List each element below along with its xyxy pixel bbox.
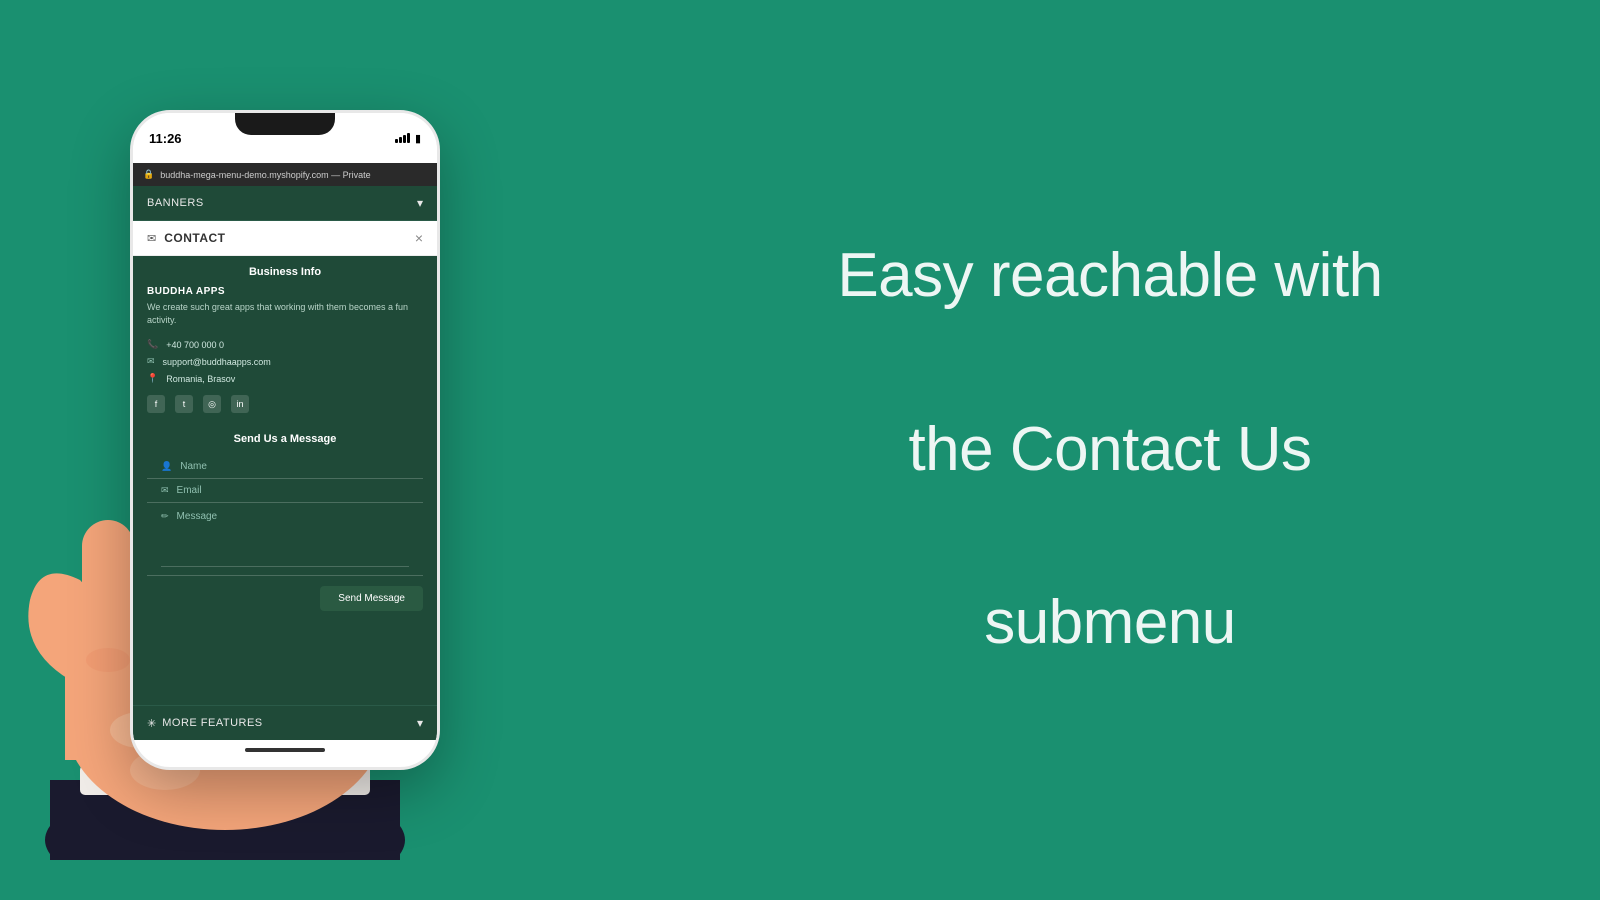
send-message-button[interactable]: Send Message: [320, 586, 423, 611]
phone-notch: [235, 113, 335, 135]
sparkle-icon: ✳: [147, 717, 156, 730]
email-contact-item: ✉ support@buddhaapps.com: [133, 353, 437, 370]
contact-label: CONTACT: [164, 231, 225, 245]
banners-label: BANNERS: [147, 197, 204, 209]
email-field-icon: ✉: [161, 485, 169, 496]
instagram-icon[interactable]: ◎: [203, 395, 221, 413]
contact-header-left: ✉ CONTACT: [147, 231, 226, 245]
phone-time: 11:26: [149, 131, 182, 146]
email-placeholder: Email: [177, 485, 202, 496]
browser-url: buddha-mega-menu-demo.myshopify.com — Pr…: [160, 170, 427, 180]
headline-line1: Easy reachable with: [837, 233, 1382, 320]
phone-status-bar: 11:26 ▮: [133, 113, 437, 163]
facebook-icon[interactable]: f: [147, 395, 165, 413]
business-desc: We create such great apps that working w…: [133, 301, 437, 336]
chevron-down-icon: ▾: [417, 196, 423, 210]
signal-bars-icon: [395, 133, 410, 143]
more-features-left: ✳ MORE FEATURES: [147, 717, 263, 730]
home-bar: [245, 748, 325, 752]
email-field[interactable]: ✉ Email: [147, 479, 423, 503]
social-row: f t ◎ in: [133, 387, 437, 425]
more-features-chevron-icon: ▾: [417, 716, 423, 730]
lock-icon: 🔒: [143, 169, 154, 180]
location-text: Romania, Brasov: [166, 374, 235, 384]
contact-header: ✉ CONTACT ×: [133, 221, 437, 256]
browser-bar: 🔒 buddha-mega-menu-demo.myshopify.com — …: [133, 163, 437, 186]
envelope-icon: ✉: [147, 232, 156, 245]
name-field[interactable]: 👤 Name: [147, 455, 423, 479]
message-field[interactable]: ✏ Message: [147, 503, 423, 576]
text-section: Easy reachable with the Contact Us subme…: [620, 173, 1600, 727]
phone-frame: 11:26 ▮ 🔒 buddha-mega-menu-demo.myshopif…: [130, 110, 440, 770]
name-placeholder: Name: [180, 461, 207, 472]
edit-icon: ✏: [161, 511, 169, 522]
headline-line3: submenu: [837, 580, 1382, 667]
business-info-title: Business Info: [133, 256, 437, 286]
phone-status-icons: ▮: [395, 132, 421, 145]
twitter-icon[interactable]: t: [175, 395, 193, 413]
phone-number: +40 700 000 0: [166, 340, 224, 350]
person-icon: 👤: [161, 461, 172, 472]
headline: Easy reachable with the Contact Us subme…: [837, 233, 1382, 667]
email-address: support@buddhaapps.com: [163, 357, 271, 367]
location-icon: 📍: [147, 373, 158, 384]
banners-row[interactable]: BANNERS ▾: [133, 186, 437, 221]
battery-icon: ▮: [415, 132, 421, 145]
message-placeholder: Message: [177, 511, 218, 522]
more-features-row[interactable]: ✳ MORE FEATURES ▾: [133, 705, 437, 740]
headline-line2: the Contact Us: [837, 407, 1382, 494]
location-contact-item: 📍 Romania, Brasov: [133, 370, 437, 387]
send-message-title: Send Us a Message: [133, 425, 437, 455]
linkedin-icon[interactable]: in: [231, 395, 249, 413]
close-icon[interactable]: ×: [415, 230, 423, 246]
more-features-label: MORE FEATURES: [162, 717, 262, 729]
hand-container: 11:26 ▮ 🔒 buddha-mega-menu-demo.myshopif…: [30, 60, 590, 840]
phone-section: 11:26 ▮ 🔒 buddha-mega-menu-demo.myshopif…: [0, 0, 620, 900]
business-name: BUDDHA APPS: [133, 286, 437, 301]
phone-content: BANNERS ▾ ✉ CONTACT × Business Info BUDD…: [133, 186, 437, 740]
email-icon: ✉: [147, 356, 155, 367]
phone-icon: 📞: [147, 339, 158, 350]
contact-panel: Business Info BUDDHA APPS We create such…: [133, 256, 437, 705]
phone-contact-item: 📞 +40 700 000 0: [133, 336, 437, 353]
home-indicator: [133, 740, 437, 760]
